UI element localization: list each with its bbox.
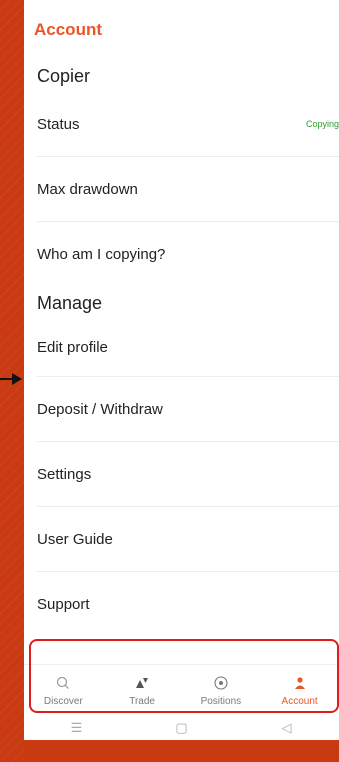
- max-drawdown-row[interactable]: Max drawdown: [37, 157, 339, 222]
- trade-icon: [136, 678, 149, 688]
- nav-discover-label: Discover: [43, 696, 83, 707]
- nav-positions[interactable]: Positions: [182, 665, 261, 718]
- bottom-nav: Discover Trade Positions Account: [24, 664, 339, 718]
- back-icon[interactable]: ◁: [257, 720, 317, 736]
- nav-trade-label: Trade: [129, 696, 155, 707]
- search-icon: [57, 676, 70, 689]
- nav-discover[interactable]: Discover: [24, 665, 103, 718]
- nav-positions-label: Positions: [200, 696, 242, 707]
- nav-account[interactable]: Account: [260, 665, 339, 718]
- app-screen: Account Copier Status Copying Max drawdo…: [24, 0, 339, 762]
- who-copying-row[interactable]: Who am I copying?: [37, 222, 339, 287]
- header: Account: [24, 0, 339, 60]
- support-label: Support: [37, 596, 90, 613]
- manage-heading: Manage: [37, 292, 103, 313]
- copier-section: Copier Status Copying Max drawdown Who a…: [24, 60, 339, 287]
- status-label: Status: [37, 115, 80, 133]
- edit-profile-row[interactable]: Edit profile: [37, 319, 339, 377]
- system-nav-bar: ☰ ▢ ◁: [24, 716, 339, 740]
- status-value: Copying: [305, 119, 339, 129]
- nav-account-label: Account: [281, 696, 318, 707]
- menu-icon[interactable]: ☰: [47, 720, 107, 736]
- user-guide-row[interactable]: User Guide: [37, 507, 339, 572]
- support-row[interactable]: Support: [37, 572, 339, 637]
- settings-row[interactable]: Settings: [37, 442, 339, 507]
- deposit-withdraw-label: Deposit / Withdraw: [37, 400, 163, 418]
- manage-section: Manage Edit profile Deposit / Withdraw S…: [24, 287, 339, 637]
- account-icon: [294, 677, 305, 689]
- positions-icon: [214, 676, 228, 690]
- arrow-icon: [0, 373, 22, 385]
- settings-label: Settings: [37, 465, 92, 483]
- who-copying-label: Who am I copying?: [37, 246, 166, 263]
- deposit-withdraw-row[interactable]: Deposit / Withdraw: [37, 377, 339, 442]
- status-row[interactable]: Status Copying: [37, 92, 339, 157]
- home-icon[interactable]: ▢: [152, 720, 212, 736]
- max-drawdown-label: Max drawdown: [37, 180, 138, 198]
- user-guide-label: User Guide: [37, 530, 113, 548]
- copier-heading: Copier: [37, 65, 91, 86]
- page-title: Account: [34, 20, 102, 39]
- nav-trade[interactable]: Trade: [103, 665, 182, 718]
- bottom-fill: [24, 740, 339, 762]
- edit-profile-label: Edit profile: [37, 339, 108, 356]
